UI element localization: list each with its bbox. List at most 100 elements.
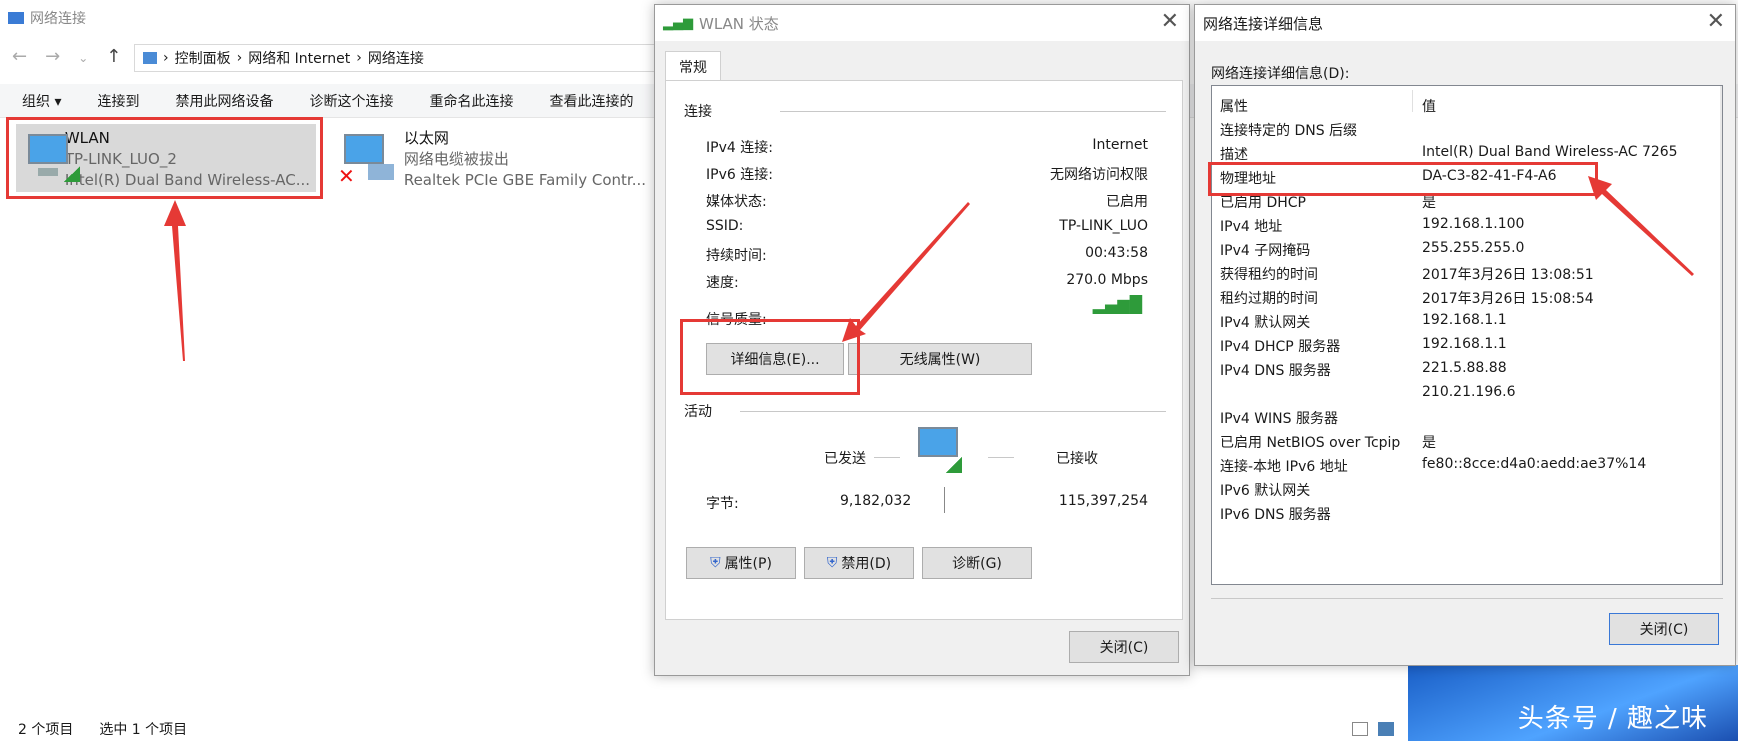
detail-property: IPv4 DHCP 服务器 [1220,339,1341,355]
details-list-label: 网络连接详细信息(D): [1211,66,1350,82]
ethernet-status: 网络电缆被拔出 [403,150,509,168]
detail-property: 已启用 NetBIOS over Tcpip [1220,435,1401,451]
detail-property: IPv6 DNS 服务器 [1220,507,1331,523]
highlight-box [6,117,323,199]
details-close-button[interactable]: 关闭(C) [1609,613,1719,645]
details-list[interactable]: 属性 值 连接特定的 DNS 后缀 描述 Intel(R) Dual Band Wi… [1208,85,1723,585]
media-value: 已启用 [1106,194,1148,210]
ipv4-value: Internet [1092,137,1148,153]
detail-property: 获得租约的时间 [1220,267,1318,283]
breadcrumb-item[interactable]: 控制面板 [175,48,231,68]
detail-property: IPv4 默认网关 [1220,315,1311,331]
duration-label: 持续时间: [706,248,767,264]
nav-buttons[interactable]: ←→⌄↑ [12,46,139,67]
close-button[interactable]: 关闭(C) [1069,631,1179,663]
view-status-button[interactable]: 查看此连接的 [531,91,651,111]
shield-icon: ⛨ [710,555,721,571]
organize-menu[interactable]: 组织 ▾ [0,91,79,111]
ssid-value: TP-LINK_LUO [1059,218,1148,234]
general-panel: 连接 IPv4 连接: Internet IPv6 连接: 无网络访问权限 媒体… [665,80,1183,620]
chevron-down-icon[interactable]: ⌄ [78,51,106,65]
detail-property: IPv4 子网掩码 [1220,243,1311,259]
connection-details-dialog: 网络连接详细信息 ✕ 网络连接详细信息(D): 属性 值 连接特定的 DNS 后… [1194,4,1736,666]
bytes-label: 字节: [706,496,739,512]
ethernet-connection-item[interactable]: ✕ 以太网 网络电缆被拔出 Realtek PCIe GBE Family Co… [332,124,652,192]
watermark-text: 头条号 / 趣之味 [1517,704,1708,734]
wlan-dialog-title: WLAN 状态 [699,14,779,33]
ethernet-name: 以太网 [403,129,449,147]
footer-divider [1211,598,1723,599]
network-computer-icon [918,427,964,475]
diagnose-dialog-button[interactable]: 诊断(G) [922,547,1032,579]
ipv4-label: IPv4 连接: [706,140,773,156]
properties-button[interactable]: ⛨ 属性(P) [686,547,796,579]
detail-property: IPv4 地址 [1220,219,1283,235]
section-divider [740,411,1166,412]
tiles-view-icon[interactable] [1378,722,1394,736]
breadcrumb-sep-icon: › [163,50,169,66]
detail-value: fe80::8cce:d4a0:aedd:ae37%14 [1422,456,1647,472]
rename-button[interactable]: 重命名此连接 [411,91,531,111]
close-icon[interactable]: ✕ [1707,11,1725,33]
detail-property: 连接-本地 IPv6 地址 [1220,459,1348,475]
details-dialog-titlebar: 网络连接详细信息 [1195,5,1735,41]
selected-count: 选中 1 个项目 [99,721,188,738]
detail-value: 192.168.1.1 [1422,312,1507,328]
bytes-divider [944,487,945,513]
connect-to-button[interactable]: 连接到 [79,91,157,111]
breadcrumb-item[interactable]: 网络连接 [368,48,424,68]
explorer-title: 网络连接 [30,11,86,27]
close-button-label: 关闭(C) [1099,640,1149,656]
back-icon[interactable]: ← [12,46,45,67]
detail-value: 192.168.1.1 [1422,336,1507,352]
wireless-properties-label: 无线属性(W) [899,352,981,368]
disable-device-button[interactable]: 禁用此网络设备 [157,91,291,111]
wlan-dialog-titlebar: ▂▄▆ WLAN 状态 [655,5,1189,41]
ipv6-label: IPv6 连接: [706,167,773,183]
ssid-label: SSID: [706,218,744,234]
detail-value: Intel(R) Dual Band Wireless-AC 7265 [1422,144,1678,160]
detail-value: 255.255.255.0 [1422,240,1525,256]
detail-property: IPv4 WINS 服务器 [1220,411,1338,427]
sent-line [874,457,900,458]
annotation-arrow [164,200,186,361]
detail-property: IPv4 DNS 服务器 [1220,363,1331,379]
detail-property: 租约过期的时间 [1220,291,1318,307]
forward-icon[interactable]: → [45,46,78,67]
speed-value: 270.0 Mbps [1066,272,1148,288]
detail-value: 是 [1422,435,1436,451]
signal-icon: ▂▄▆ [663,15,693,31]
properties-label: 属性(P) [724,556,772,572]
detail-property: IPv6 默认网关 [1220,483,1311,499]
ipv6-value: 无网络访问权限 [1050,167,1148,183]
detail-value: 210.21.196.6 [1422,384,1516,400]
disconnected-x-icon: ✕ [338,164,355,188]
received-label: 已接收 [1056,451,1098,467]
disable-button[interactable]: ⛨ 禁用(D) [804,547,914,579]
annotation-arrow [1588,176,1694,276]
ethernet-computer-icon: ✕ [338,128,394,188]
highlight-box [1208,162,1598,196]
breadcrumb-item[interactable]: 网络和 Internet [248,48,350,68]
address-bar[interactable]: › 控制面板 › 网络和 Internet › 网络连接 [134,44,664,72]
details-view-icon[interactable] [1352,722,1368,736]
connection-section-label: 连接 [684,104,712,120]
diagnose-button[interactable]: 诊断这个连接 [291,91,411,111]
column-header-value[interactable]: 值 [1422,96,1436,116]
shield-icon: ⛨ [826,555,838,571]
annotation-arrow [842,202,970,342]
close-icon[interactable]: ✕ [1161,11,1179,33]
tab-general[interactable]: 常规 [665,51,721,81]
desktop-wallpaper: 头条号 / 趣之味 [1408,665,1738,741]
breadcrumb-sep-icon: › [356,50,362,66]
ethernet-adapter: Realtek PCIe GBE Family Contr... [403,171,646,189]
disable-label: 禁用(D) [841,556,892,572]
detail-value: 2017年3月26日 13:08:51 [1422,267,1594,283]
tab-general-label: 常规 [679,59,707,76]
activity-section-label: 活动 [684,404,712,420]
speed-label: 速度: [706,275,739,291]
column-header-property[interactable]: 属性 [1220,96,1248,116]
detail-value: 2017年3月26日 15:08:54 [1422,291,1594,307]
network-icon [8,12,24,24]
scrollbar[interactable] [1720,86,1722,584]
